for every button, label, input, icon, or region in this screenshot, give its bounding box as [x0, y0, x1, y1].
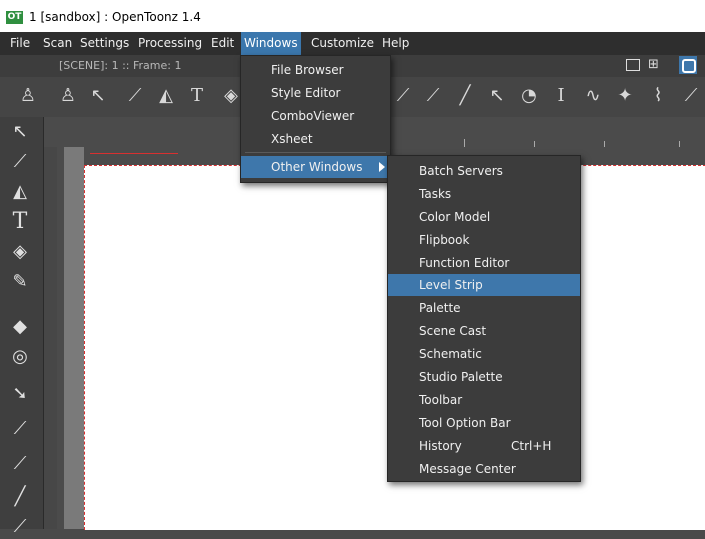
- style-picker-icon[interactable]: ⟋: [8, 417, 32, 441]
- animate-tool-icon[interactable]: ♙: [17, 86, 39, 106]
- menu-help[interactable]: Help: [379, 32, 412, 55]
- menu-item-history-label: History: [419, 439, 462, 453]
- menu-item-function-editor[interactable]: Function Editor: [388, 252, 580, 274]
- menu-scan[interactable]: Scan: [40, 32, 75, 55]
- geometric-tool-icon[interactable]: ◭: [8, 180, 32, 204]
- window-title: 1 [sandbox] : OpenToonz 1.4: [29, 10, 201, 24]
- scene-frame-info: [SCENE]: 1 :: Frame: 1: [59, 59, 182, 72]
- camera-marker-line: [90, 153, 178, 158]
- menu-item-tool-option-bar[interactable]: Tool Option Bar: [388, 412, 580, 434]
- ruler-tool-icon[interactable]: ⟋: [8, 515, 32, 539]
- camera-view-toggle[interactable]: [679, 56, 697, 74]
- menu-item-scene-cast[interactable]: Scene Cast: [388, 320, 580, 342]
- canvas-border-strip: [64, 147, 84, 529]
- menu-item-style-editor[interactable]: Style Editor: [241, 82, 390, 104]
- finger-tool-icon[interactable]: ➘: [8, 382, 32, 406]
- control-point-editor-icon[interactable]: ╱: [8, 485, 32, 509]
- pinch-tool-icon[interactable]: ↖: [486, 86, 508, 106]
- eraser-tool-icon[interactable]: ◆: [8, 315, 32, 339]
- menu-separator: [245, 152, 386, 153]
- iron-tool-icon[interactable]: ✦: [614, 86, 636, 106]
- bender-tool-icon[interactable]: ∿: [582, 86, 604, 106]
- menu-item-other-windows[interactable]: Other Windows: [241, 156, 390, 178]
- fill-tool-icon[interactable]: ◈: [220, 86, 242, 106]
- grid-view-icon[interactable]: ⊞: [648, 58, 659, 72]
- ruler-tick: [464, 139, 465, 147]
- menu-item-studio-palette[interactable]: Studio Palette: [388, 366, 580, 388]
- title-bar: OT 1 [sandbox] : OpenToonz 1.4: [0, 0, 705, 32]
- rgb-picker-icon[interactable]: ⟋: [422, 86, 444, 106]
- animate-tool-icon-2[interactable]: ♙: [57, 86, 79, 106]
- submenu-arrow-icon: [379, 162, 385, 172]
- windows-menu: File Browser Style Editor ComboViewer Xs…: [240, 55, 391, 183]
- pump-tool-icon[interactable]: ◔: [518, 86, 540, 106]
- circle-icon: [682, 59, 696, 73]
- menu-settings[interactable]: Settings: [77, 32, 132, 55]
- ruler-tick: [534, 141, 535, 147]
- menu-item-comboviewer[interactable]: ComboViewer: [241, 105, 390, 127]
- selection-tool-icon[interactable]: ↖: [87, 86, 109, 106]
- menu-item-file-browser[interactable]: File Browser: [241, 59, 390, 81]
- menu-bar: File Scan Settings Processing Edit Windo…: [0, 32, 705, 55]
- menu-item-schematic[interactable]: Schematic: [388, 343, 580, 365]
- fill-tool-icon[interactable]: ◈: [8, 240, 32, 264]
- other-windows-submenu: Batch Servers Tasks Color Model Flipbook…: [387, 155, 581, 482]
- geometric-tool-icon[interactable]: ◭: [155, 86, 177, 106]
- menu-item-tasks[interactable]: Tasks: [388, 183, 580, 205]
- menu-item-message-center[interactable]: Message Center: [388, 458, 580, 480]
- menu-item-xsheet[interactable]: Xsheet: [241, 128, 390, 150]
- paint-brush-tool-icon[interactable]: ✎: [8, 270, 32, 294]
- skeleton-tool-icon[interactable]: ⟋: [680, 86, 702, 106]
- opentoonz-app-icon: OT: [6, 11, 23, 24]
- type-tool-icon[interactable]: T: [8, 210, 32, 234]
- menu-windows[interactable]: Windows: [241, 32, 301, 55]
- style-picker-icon[interactable]: ⟋: [392, 86, 414, 106]
- menu-item-level-strip[interactable]: Level Strip: [388, 274, 580, 296]
- history-shortcut: Ctrl+H: [511, 439, 552, 453]
- menu-item-color-model[interactable]: Color Model: [388, 206, 580, 228]
- menu-item-batch-servers[interactable]: Batch Servers: [388, 160, 580, 182]
- left-toolbar: ↖ ⟋ ◭ T ◈ ✎ ◆ ◎ ➘ ⟋ ⟋ ╱ ⟋: [0, 117, 44, 537]
- tape-tool-icon[interactable]: ◎: [8, 345, 32, 369]
- ruler-tick: [679, 141, 680, 147]
- brush-tool-icon[interactable]: ⟋: [8, 150, 32, 174]
- type-tool-icon[interactable]: T: [186, 86, 208, 106]
- control-point-editor-icon[interactable]: ╱: [454, 86, 476, 106]
- menu-item-flipbook[interactable]: Flipbook: [388, 229, 580, 251]
- menu-item-palette[interactable]: Palette: [388, 297, 580, 319]
- brush-tool-icon[interactable]: ⟋: [124, 86, 146, 106]
- menu-file[interactable]: File: [7, 32, 33, 55]
- cutter-tool-icon[interactable]: ⌇: [647, 86, 669, 106]
- menu-processing[interactable]: Processing: [135, 32, 205, 55]
- menu-item-history[interactable]: History Ctrl+H: [388, 435, 580, 457]
- menu-customize[interactable]: Customize: [308, 32, 377, 55]
- left-ruler: [44, 147, 57, 529]
- menu-item-toolbar[interactable]: Toolbar: [388, 389, 580, 411]
- selection-tool-icon[interactable]: ↖: [8, 120, 32, 144]
- single-view-icon[interactable]: [626, 59, 640, 71]
- rgb-picker-icon[interactable]: ⟋: [8, 452, 32, 476]
- ruler-tick: [604, 141, 605, 147]
- menu-edit[interactable]: Edit: [208, 32, 237, 55]
- magnet-tool-icon[interactable]: I: [550, 86, 572, 106]
